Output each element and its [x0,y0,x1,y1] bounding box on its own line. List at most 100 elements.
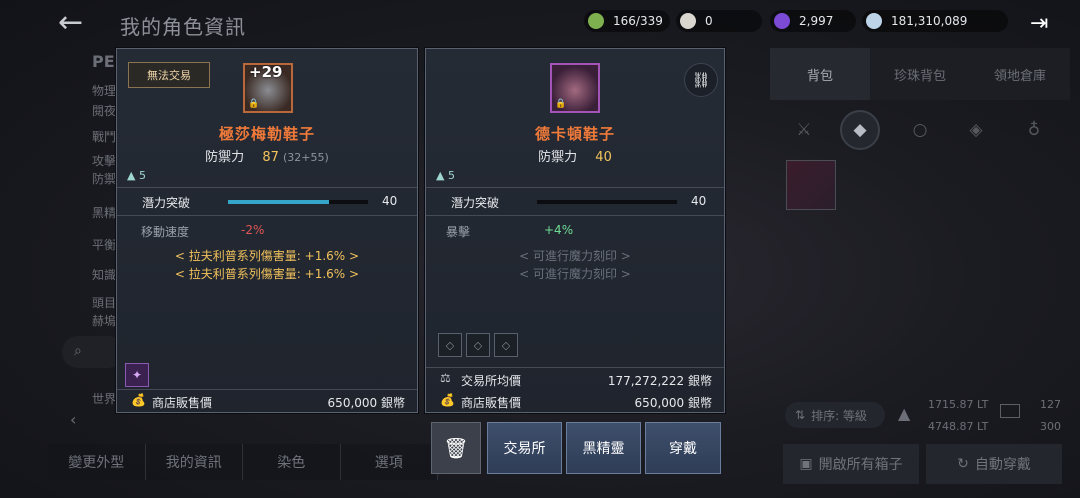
potential-bar [537,200,677,204]
equip-button[interactable]: 穿戴 [645,422,721,474]
info-line: 攻擊 [92,154,117,168]
market-button[interactable]: 交易所 [487,422,562,474]
tab-storage[interactable]: 領地倉庫 [970,48,1070,100]
potential-bar [228,200,368,204]
discard-button[interactable]: 🗑 [431,422,481,474]
weight-icon: ▲ [898,404,911,423]
back-arrow-icon[interactable]: ← [58,8,94,38]
top-bar: ← 我的角色資訊 166/339 0 2,997 181,310,089 ⇥ [0,0,1080,46]
info-line: 平衡 [92,238,117,252]
engrave-line: < 可進行魔力刻印 > [519,249,631,263]
stat-label: 暴擊 [446,225,471,239]
divider [117,389,417,390]
scale-icon: ⚖ [440,371,451,385]
boots-item-icon: 🔒 [550,63,600,113]
money-bag-icon: 💰 [131,393,146,407]
weapon-category-icon[interactable]: ⚔ [784,110,824,150]
armor-category-icon[interactable]: ◆ [840,110,880,150]
market-price-row: ⚖ 交易所均價 177,272,222 銀幣 [440,371,712,388]
weight-max: 4748.87 LT [928,420,989,433]
weight-count: ▲ 5 [127,169,146,182]
link-icon[interactable]: ⛓ [684,63,718,97]
untradeable-badge: 無法交易 [128,62,210,88]
tab-change-appearance[interactable]: 變更外型 [48,444,146,480]
inventory-tabs: 背包 珍珠背包 領地倉庫 [770,48,1070,100]
exit-icon[interactable]: ⇥ [1030,10,1058,38]
divider [426,367,724,368]
potential-row: 潛力突破 40 [451,194,707,210]
info-line: 頭目 [92,296,117,310]
item-name: 極莎梅勒鞋子 [218,125,315,143]
boots-item-icon: +29 🔒 [243,63,293,113]
socket-slot-icon[interactable]: ◇ [494,333,518,357]
info-line: 世界 [92,392,117,406]
crystal-counter: 2,997 [770,10,856,32]
pearl-icon [680,13,696,29]
divider [426,187,724,188]
refresh-icon: ↻ [957,456,969,472]
crystal-socket-icon[interactable]: ✦ [125,363,149,387]
search-input[interactable]: ⌕ [62,336,124,368]
tab-options[interactable]: 選項 [340,444,438,480]
tab-dye[interactable]: 染色 [243,444,341,480]
lock-icon: 🔒 [248,99,260,109]
character-info-panel: PE 物理 閱夜 戰鬥 攻擊 防禦 黑精 平衡 知識 頭目 赫塢 ⌕ 世界 ‹ [56,46,124,446]
shop-price-row: 💰 商店販售價 650,000 銀幣 [440,393,712,410]
stat-label: 移動速度 [141,225,190,239]
tab-bag[interactable]: 背包 [770,48,870,100]
slots-used: 127 [1040,398,1061,411]
stat-value: +4% [544,223,574,237]
selected-item-tooltip: 🔒 ⛓ 德卡頓鞋子 防禦力 40 ▲ 5 潛力突破 40 暴擊 +4% < 可進… [425,48,725,413]
screen: ← 我的角色資訊 166/339 0 2,997 181,310,089 ⇥ P… [0,0,1080,498]
sort-button[interactable]: ⇅ 排序: 等級 [785,402,885,428]
bottom-tabs: 變更外型 我的資訊 染色 選項 [48,444,438,484]
info-line: 赫塢 [92,314,117,328]
silver-counter: 181,310,089 [862,10,1008,32]
black-spirit-button[interactable]: 黑精靈 [566,422,641,474]
weight-current: 1715.87 LT [928,398,989,411]
weight-icon: ▲ [127,169,136,182]
socket-slot-icon[interactable]: ◇ [466,333,490,357]
divider [426,215,724,216]
info-line: 物理 [92,84,117,98]
info-line: 知識 [92,268,117,282]
divider [117,215,417,216]
lock-icon: 🔒 [555,99,567,109]
item-name: 德卡頓鞋子 [534,125,615,143]
defense-row: 防禦力 40 [538,150,612,165]
energy-icon [588,13,604,29]
shop-price-row: 💰 商店販售價 650,000 銀幣 [131,393,405,410]
trash-icon: 🗑 [443,436,469,460]
ring-category-icon[interactable]: ○ [900,110,940,150]
auto-equip-button[interactable]: ↻ 自動穿戴 [926,444,1062,484]
inventory-slot[interactable] [786,160,836,210]
set-bonus-line: < 拉夫利普系列傷害量: +1.6% > [174,267,360,281]
category-filter: ⚔ ◆ ○ ◈ ♁ [782,104,1067,154]
weight-icon: ▲ [436,169,445,182]
tab-my-info[interactable]: 我的資訊 [145,444,243,480]
tab-pearl-bag[interactable]: 珍珠背包 [870,48,970,100]
crystal-category-icon[interactable]: ◈ [956,110,996,150]
page-title: 我的角色資訊 [120,15,246,39]
divider [117,187,417,188]
socket-slot-icon[interactable]: ◇ [438,333,462,357]
slots-icon [1000,404,1020,418]
potential-row: 潛力突破 40 [142,194,398,210]
potion-category-icon[interactable]: ♁ [1014,110,1054,150]
info-line: 閱夜 [92,104,117,118]
silver-icon [866,13,882,29]
money-bag-icon: 💰 [440,393,455,407]
engrave-line: < 可進行魔力刻印 > [519,267,631,281]
energy-counter: 166/339 [584,10,670,32]
info-line: 防禦 [92,172,117,186]
chevron-left-icon[interactable]: ‹ [70,410,76,429]
weight-count: ▲ 5 [436,169,455,182]
pearl-counter: 0 [676,10,762,32]
search-icon: ⌕ [74,343,82,359]
stat-value: -2% [241,223,265,237]
defense-row: 防禦力 87 (32+55) [205,150,329,165]
box-icon: ▣ [799,456,813,472]
potential-bar-fill [228,200,329,204]
crystal-icon [774,13,790,29]
open-all-boxes-button[interactable]: ▣ 開啟所有箱子 [783,444,919,484]
